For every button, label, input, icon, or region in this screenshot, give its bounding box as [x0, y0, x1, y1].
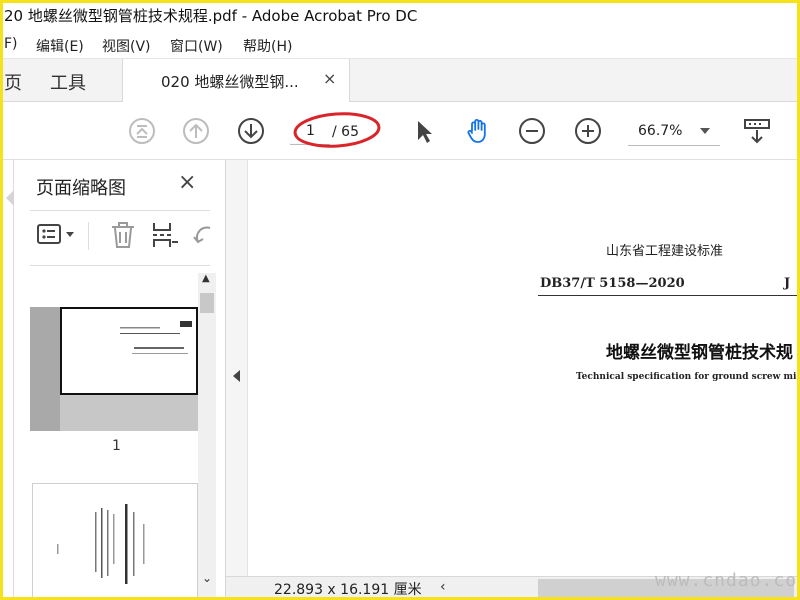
zoom-in-button[interactable]: [574, 117, 602, 145]
menu-view[interactable]: 视图(V): [102, 36, 151, 56]
thumbnail-scrollbar[interactable]: ▲ ⌄: [198, 273, 216, 600]
document-org: 山东省工程建设标准: [606, 244, 724, 259]
panel-title: 页面缩略图: [36, 178, 126, 199]
panel-collapse-bar[interactable]: [226, 160, 248, 576]
zoom-out-button[interactable]: [518, 117, 546, 145]
zoom-dropdown[interactable]: 66.7%: [628, 117, 720, 146]
insert-pages-button[interactable]: [150, 220, 180, 250]
select-tool-button[interactable]: [410, 117, 438, 145]
document-standard-prefix: J: [784, 276, 791, 291]
thumbnail-text-lines: [57, 504, 145, 584]
scroll-mode-icon: [744, 119, 770, 144]
close-panel-icon[interactable]: ×: [178, 170, 196, 195]
chevron-down-icon: [700, 128, 710, 134]
divider: [30, 265, 210, 266]
scrollbar-thumb[interactable]: [200, 293, 214, 313]
menu-window[interactable]: 窗口(W): [170, 36, 223, 56]
next-page-button[interactable]: [237, 117, 265, 145]
document-standard-number: DB37/T 5158—2020: [540, 276, 685, 291]
collapse-left-icon[interactable]: [233, 370, 240, 382]
scroll-down-icon[interactable]: ⌄: [202, 571, 212, 585]
thumbnail-page-lower: [60, 395, 198, 431]
previous-page-button[interactable]: [182, 117, 210, 145]
menu-edit[interactable]: 编辑(E): [36, 36, 84, 56]
left-nav-edge: [0, 160, 14, 600]
tab-home[interactable]: 页: [4, 69, 22, 95]
tab-tools[interactable]: 工具: [50, 69, 86, 95]
page-total: / 65: [332, 124, 359, 140]
menu-help[interactable]: 帮助(H): [243, 36, 292, 56]
document-rule: [538, 295, 800, 296]
divider: [30, 210, 210, 211]
panel-pointer-icon: [6, 190, 14, 206]
scroll-left-icon[interactable]: ‹: [440, 579, 446, 595]
first-page-icon: [129, 118, 155, 144]
page-thumbnail-1[interactable]: [30, 307, 198, 431]
rotate-pages-button[interactable]: [192, 220, 212, 250]
tab-bar: 页 工具 020 地螺丝微型钢... ×: [0, 58, 800, 103]
page-size: 22.893 x 16.191 厘米: [274, 582, 422, 598]
close-tab-icon[interactable]: ×: [323, 69, 336, 88]
first-page-button[interactable]: [128, 117, 156, 145]
thumbnail-text-lines: [120, 321, 192, 354]
menu-file[interactable]: F): [4, 36, 18, 52]
hand-icon: [467, 119, 486, 143]
zoom-value: 66.7%: [638, 123, 683, 139]
document-view[interactable]: 山东省工程建设标准 DB37/T 5158—2020 J 地螺丝微型钢管桩技术规…: [248, 160, 800, 576]
toolbar: 1 / 65 66.7%: [0, 102, 800, 160]
thumbnail-label: 1: [112, 438, 121, 454]
page-thumbnail-2[interactable]: [32, 483, 198, 600]
scroll-up-icon[interactable]: ▲: [202, 273, 210, 284]
title-bar: 20 地螺丝微型钢管桩技术规程.pdf - Adobe Acrobat Pro …: [0, 0, 800, 32]
thumbnail-page-preview: [60, 307, 198, 395]
rotate-icon: [193, 226, 211, 244]
watermark: www.cndao.com: [655, 570, 800, 591]
window-title: 20 地螺丝微型钢管桩技术规程.pdf - Adobe Acrobat Pro …: [4, 7, 418, 25]
trash-icon: [112, 222, 134, 248]
minus-icon: [519, 118, 545, 144]
hand-tool-button[interactable]: [464, 117, 492, 145]
delete-pages-button[interactable]: [108, 220, 138, 250]
arrow-down-icon: [238, 118, 264, 144]
page-thumbnails-panel: 页面缩略图 × 1 ▲ ⌄: [14, 160, 226, 600]
insert-pages-icon: [153, 223, 178, 247]
options-list-icon: [37, 224, 74, 244]
thumbnail-list: 1: [14, 273, 198, 600]
menu-bar: F) 编辑(E) 视图(V) 窗口(W) 帮助(H): [0, 32, 800, 58]
document-tab-label: 020 地螺丝微型钢...: [161, 73, 299, 91]
document-title-en: Technical specification for ground screw…: [576, 372, 800, 382]
document-title: 地螺丝微型钢管桩技术规: [606, 343, 793, 363]
scrolling-mode-button[interactable]: [743, 117, 771, 145]
divider: [88, 222, 89, 250]
page-number-input[interactable]: 1: [290, 117, 330, 145]
tab-document[interactable]: 020 地螺丝微型钢... ×: [122, 59, 350, 103]
plus-icon: [575, 118, 601, 144]
arrow-up-icon: [183, 118, 209, 144]
cursor-arrow-icon: [418, 121, 432, 143]
thumbnail-options-button[interactable]: [36, 220, 80, 250]
